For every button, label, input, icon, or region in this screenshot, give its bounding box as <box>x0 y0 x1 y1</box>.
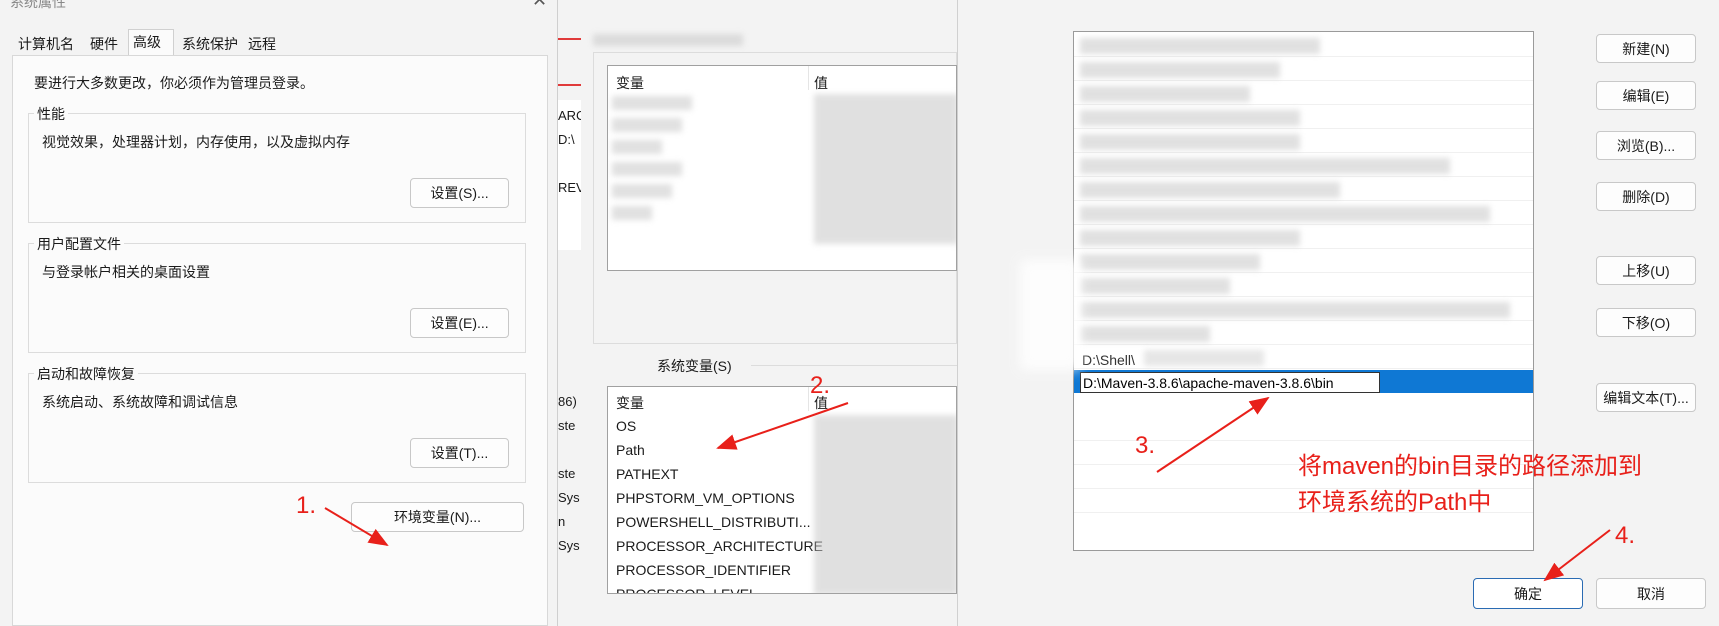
red-line-2 <box>558 84 582 86</box>
path-entry-blurred <box>1080 230 1300 246</box>
path-entry-blurred <box>1080 278 1230 294</box>
user-vars-list[interactable]: 变量 值 <box>607 65 957 271</box>
system-value-blurred <box>814 415 956 593</box>
step3-label: 3. <box>1135 432 1156 459</box>
annotation-note-line1: 将maven的bin目录的路径添加到 <box>1298 453 1643 480</box>
user-value-blurred <box>814 94 956 244</box>
red-line <box>558 38 582 40</box>
user-var-blurred <box>612 118 682 132</box>
path-entry-blurred <box>1080 134 1300 150</box>
step4-label: 4. <box>1615 522 1636 549</box>
strip-text: ste <box>558 418 576 433</box>
path-entry-blurred <box>1080 158 1450 174</box>
path-entry-blurred <box>1080 182 1340 198</box>
startup-title: 启动和故障恢复 <box>34 364 138 384</box>
system-var-row[interactable]: PROCESSOR_ARCHITECTURE <box>616 538 823 554</box>
performance-title: 性能 <box>34 104 68 124</box>
step2-label: 2. <box>810 372 831 399</box>
user-profile-title: 用户配置文件 <box>34 234 124 254</box>
user-vars-label-blurred <box>593 34 743 46</box>
strip-text: 86) <box>558 394 577 409</box>
user-var-blurred <box>612 184 672 198</box>
system-var-row[interactable]: OS <box>616 418 636 434</box>
performance-settings-button[interactable]: 设置(S)... <box>410 178 509 208</box>
strip-text: n <box>558 514 566 529</box>
system-var-row[interactable]: POWERSHELL_DISTRIBUTI... <box>616 514 810 530</box>
move-up-button[interactable]: 上移(U) <box>1596 256 1696 285</box>
user-var-blurred <box>612 96 692 110</box>
system-properties-dialog: 系统属性 ✕ 计算机名 硬件 高级 系统保护 远程 要进行大多数更改，你必须作为… <box>0 0 560 626</box>
user-vars-header-var: 变量 <box>616 75 644 91</box>
system-vars-list[interactable]: 变量 值 OS Path PATHEXT PHPSTORM_VM_OPTIONS… <box>607 386 957 594</box>
path-entry-blurred <box>1144 350 1264 366</box>
user-profile-desc: 与登录帐户相关的桌面设置 <box>42 264 210 280</box>
strip-text: REV <box>558 180 583 195</box>
user-var-blurred <box>612 206 652 220</box>
edit-text-button[interactable]: 编辑文本(T)... <box>1596 383 1696 412</box>
move-down-button[interactable]: 下移(O) <box>1596 308 1696 337</box>
system-vars-frame-line <box>751 365 957 366</box>
strip-text: Sys <box>558 490 580 505</box>
admin-note: 要进行大多数更改，你必须作为管理员登录。 <box>34 75 314 91</box>
strip-text: ARC <box>558 108 583 123</box>
delete-button[interactable]: 删除(D) <box>1596 182 1696 211</box>
path-entry-blurred <box>1080 86 1250 102</box>
environment-variables-button[interactable]: 环境变量(N)... <box>351 502 524 532</box>
path-entry-blurred <box>1080 302 1510 318</box>
path-entry-blurred <box>1080 254 1260 270</box>
path-entry-blurred <box>1080 62 1280 78</box>
background-window-strip: ARC D:\ REV 86) ste ste Sys n Sys <box>557 0 583 626</box>
system-var-row[interactable]: Path <box>616 442 645 458</box>
browse-button[interactable]: 浏览(B)... <box>1596 131 1696 160</box>
edit-button[interactable]: 编辑(E) <box>1596 81 1696 110</box>
cancel-button[interactable]: 取消 <box>1596 578 1706 609</box>
system-var-row[interactable]: PATHEXT <box>616 466 679 482</box>
ok-button[interactable]: 确定 <box>1473 578 1583 609</box>
user-profile-settings-button[interactable]: 设置(E)... <box>410 308 509 338</box>
system-var-row[interactable]: PHPSTORM_VM_OPTIONS <box>616 490 795 506</box>
user-vars-header-value: 值 <box>814 75 828 91</box>
environment-variables-dialog: 变量 值 系统变量(S) 系统变量(S) 变量 值 OS Path PATHEX… <box>581 0 1176 626</box>
close-icon[interactable]: ✕ <box>532 0 547 11</box>
annotation-note-line2: 环境系统的Path中 <box>1298 489 1492 516</box>
tab-computer-name[interactable]: 计算机名 <box>14 32 78 56</box>
redaction-overlay <box>1020 260 1080 370</box>
dialog-title: 系统属性 <box>10 0 66 10</box>
path-entry-blurred <box>1080 326 1210 342</box>
system-var-row[interactable]: PROCESSOR_LEVEL <box>616 586 757 593</box>
strip-text: D:\ <box>558 132 575 147</box>
startup-settings-button[interactable]: 设置(T)... <box>410 438 509 468</box>
strip-text: Sys <box>558 538 580 553</box>
path-entry-blurred <box>1080 110 1300 126</box>
system-vars-header-var: 变量 <box>616 395 644 411</box>
user-var-blurred <box>612 162 682 176</box>
step1-label: 1. <box>296 492 317 519</box>
column-divider <box>808 387 809 411</box>
path-entry-edit-field[interactable] <box>1080 372 1380 393</box>
startup-desc: 系统启动、系统故障和调试信息 <box>42 394 238 410</box>
new-button[interactable]: 新建(N) <box>1596 34 1696 63</box>
tab-hardware[interactable]: 硬件 <box>86 32 122 56</box>
strip-text: ste <box>558 466 576 481</box>
column-divider <box>808 66 809 90</box>
path-entry-partial: D:\Shell\ <box>1082 352 1135 368</box>
path-entry-blurred <box>1080 38 1320 54</box>
performance-desc: 视觉效果，处理器计划，内存使用，以及虚拟内存 <box>42 134 350 150</box>
tab-remote[interactable]: 远程 <box>244 32 280 56</box>
system-var-row[interactable]: PROCESSOR_IDENTIFIER <box>616 562 791 578</box>
tab-system-protection[interactable]: 系统保护 <box>178 32 242 56</box>
tab-advanced[interactable]: 高级 <box>128 29 174 57</box>
path-entry-blurred <box>1080 206 1490 222</box>
system-vars-label-text: 系统变量(S) <box>657 358 732 374</box>
user-var-blurred <box>612 140 662 154</box>
